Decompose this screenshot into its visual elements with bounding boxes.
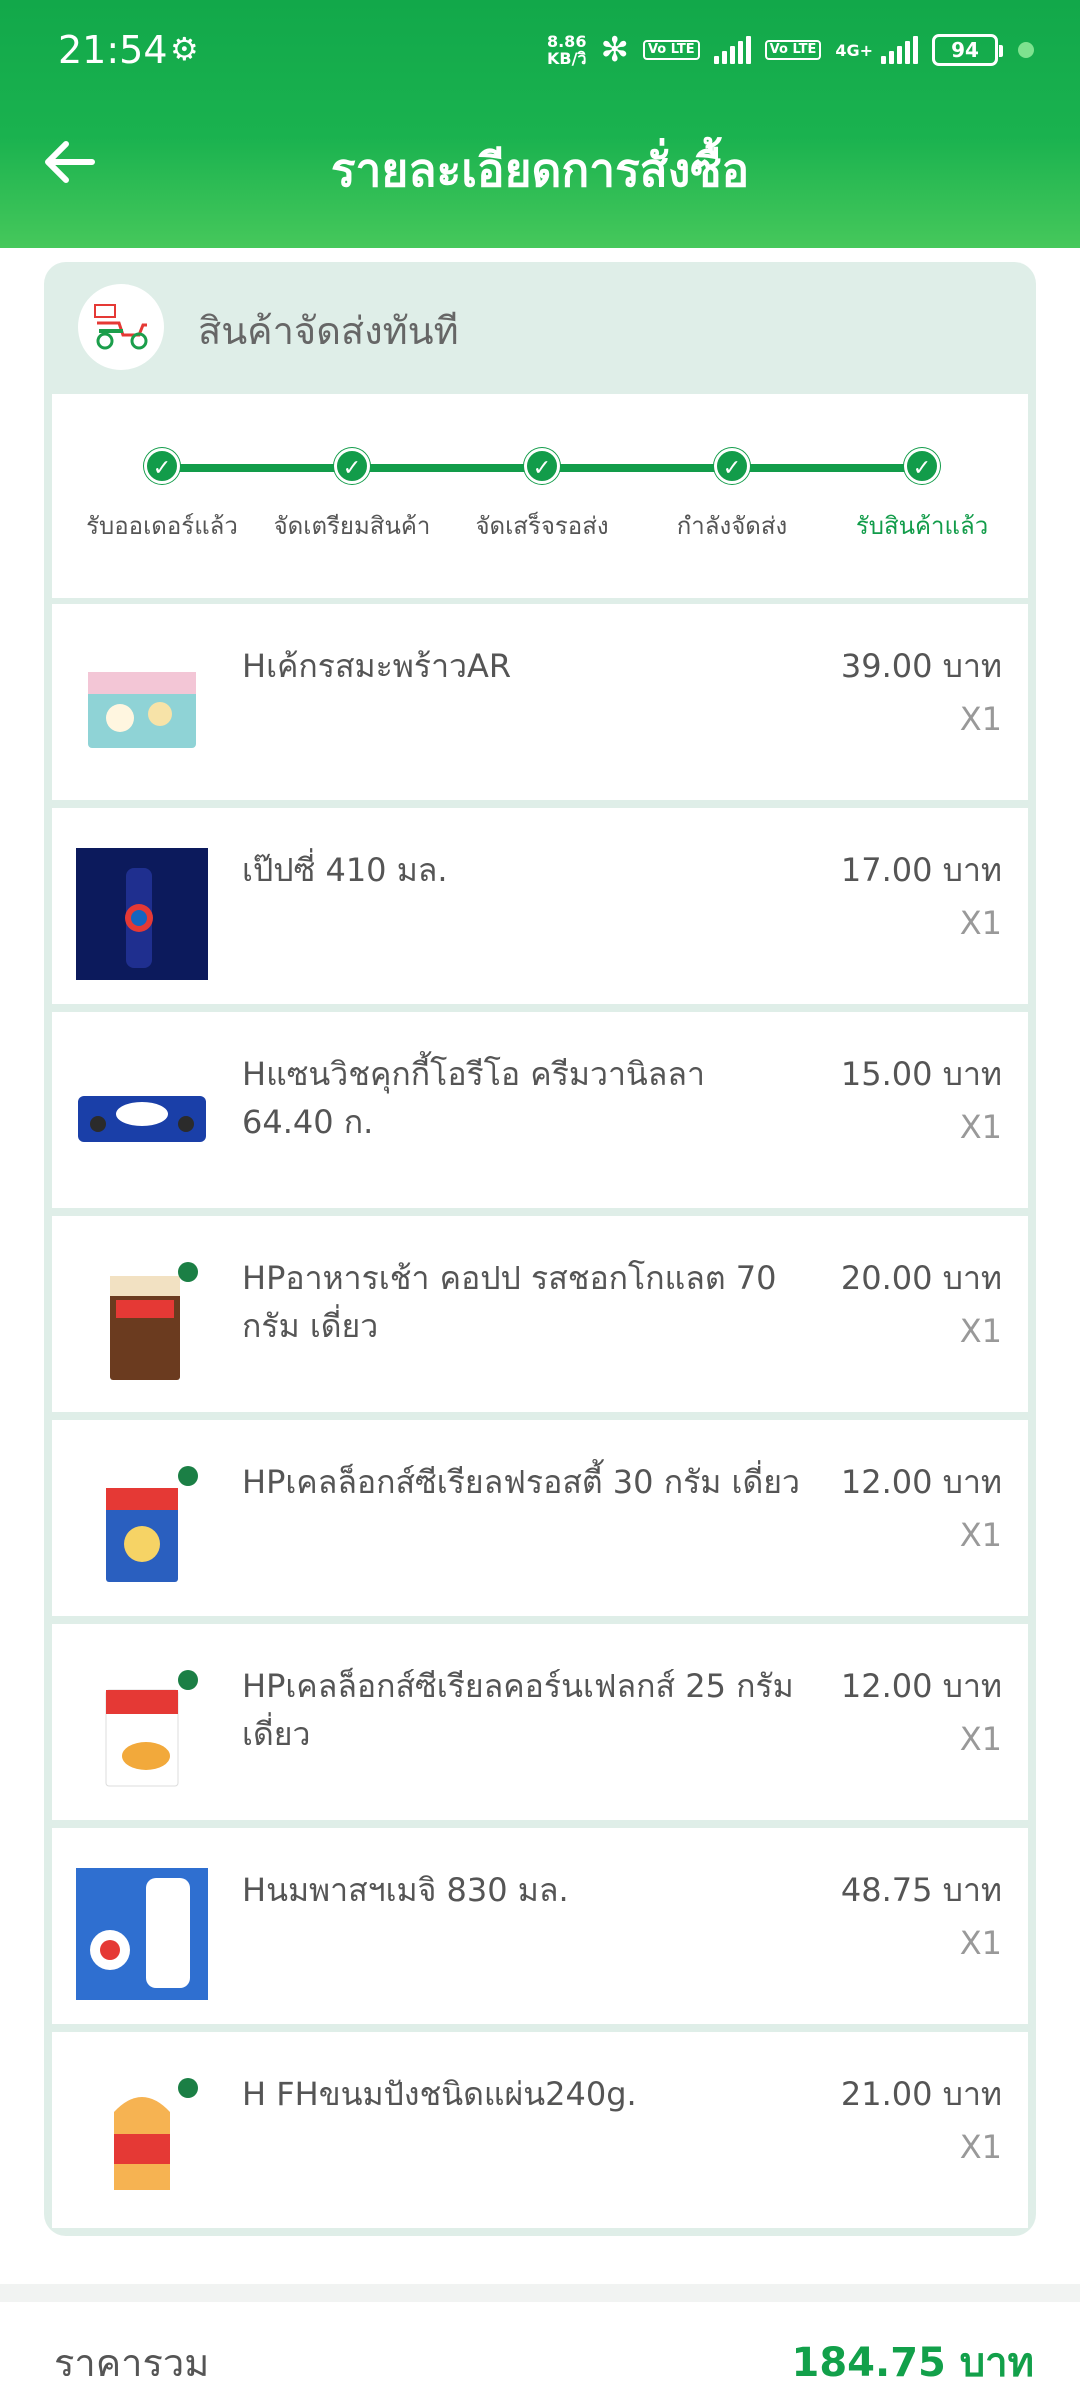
bluetooth-icon: ✻ [600, 30, 629, 70]
check-icon: ✓ [904, 448, 940, 484]
settings-gear-icon: ⚙ [170, 30, 199, 68]
order-item[interactable]: HPเคลล็อกส์ซีเรียลฟรอสตี้ 30 กรัม เดี่ยว… [52, 1420, 1028, 1616]
step-label: จัดเตรียมสินค้า [273, 512, 431, 540]
volte-badge-2: Vo LTE [764, 40, 822, 60]
order-total-bar: ราคารวม 184.75 บาท [0, 2284, 1080, 2400]
product-image [76, 1868, 208, 2000]
item-price: 39.00 บาท [840, 647, 1002, 685]
status-time: 21:54 [58, 28, 168, 72]
order-item[interactable]: Hนมพาสฯเมจิ 830 มล. 48.75 บาท X1 [52, 1828, 1028, 2024]
check-icon: ✓ [334, 448, 370, 484]
network-speed-unit: KB/วิ [547, 49, 587, 68]
page-title: รายละเอียดการสั่งซื้อ [330, 143, 750, 197]
product-image [76, 1052, 208, 1184]
step-preparing: ✓ จัดเตรียมสินค้า [257, 448, 447, 545]
network-speed-value: 8.86 [546, 32, 587, 51]
signal-bars-icon-2 [881, 36, 918, 64]
product-image [76, 644, 208, 776]
shop-header: สินค้าจัดส่งทันที [44, 262, 1036, 392]
item-quantity: X1 [959, 700, 1002, 738]
check-icon: ✓ [524, 448, 560, 484]
battery-level: 94 [951, 38, 979, 62]
order-card: สินค้าจัดส่งทันที ✓ รับออเดอร์แล้ว ✓ จัด… [44, 262, 1036, 2236]
product-image [76, 1460, 208, 1592]
step-label: รับสินค้าแล้ว [855, 512, 989, 540]
delivery-scooter-icon [78, 284, 164, 370]
item-name: H FHขนมปังชนิดแผ่น240g. [242, 2075, 637, 2113]
status-icons: 8.86 KB/วิ ✻ Vo LTE Vo LTE 4G+ 94 [547, 28, 1034, 72]
item-price: 20.00 บาท [840, 1259, 1002, 1297]
network-speed: 8.86 KB/วิ [547, 33, 586, 67]
order-item[interactable]: เป๊ปซี่ 410 มล. 17.00 บาท X1 [52, 808, 1028, 1004]
item-name: HPอาหารเช้า คอปป รสชอกโกแลต 70 กรัม เดี่… [242, 1259, 777, 1345]
item-quantity: X1 [959, 1312, 1002, 1350]
step-label: กำลังจัดส่ง [676, 512, 788, 540]
order-item[interactable]: HPเคลล็อกส์ซีเรียลคอร์นเฟลกส์ 25 กรัม เด… [52, 1624, 1028, 1820]
item-price: 12.00 บาท [840, 1667, 1002, 1705]
check-icon: ✓ [144, 448, 180, 484]
item-quantity: X1 [959, 1720, 1002, 1758]
product-image [76, 2072, 208, 2204]
item-name: HPเคลล็อกส์ซีเรียลคอร์นเฟลกส์ 25 กรัม เด… [242, 1667, 794, 1753]
item-price: 15.00 บาท [840, 1055, 1002, 1093]
product-image [76, 1664, 208, 1796]
order-item[interactable]: H FHขนมปังชนิดแผ่น240g. 21.00 บาท X1 [52, 2032, 1028, 2228]
app-header: 21:54 ⚙ 8.86 KB/วิ ✻ Vo LTE Vo LTE 4G+ 9… [0, 0, 1080, 248]
item-price: 12.00 บาท [840, 1463, 1002, 1501]
item-quantity: X1 [959, 904, 1002, 942]
battery-icon: 94 [932, 34, 1003, 66]
order-item[interactable]: Hเค้กรสมะพร้าวAR 39.00 บาท X1 [52, 604, 1028, 800]
product-image [76, 848, 208, 980]
total-label: ราคารวม [54, 2341, 210, 2385]
step-order-received: ✓ รับออเดอร์แล้ว [67, 448, 257, 545]
network-type: 4G+ [835, 40, 873, 60]
item-name: Hนมพาสฯเมจิ 830 มล. [242, 1871, 569, 1909]
product-image [76, 1256, 208, 1388]
total-value: 184.75 บาท [791, 2340, 1035, 2386]
notification-dot-icon [1018, 42, 1034, 58]
item-quantity: X1 [959, 2128, 1002, 2166]
order-item[interactable]: HPอาหารเช้า คอปป รสชอกโกแลต 70 กรัม เดี่… [52, 1216, 1028, 1412]
step-shipping: ✓ กำลังจัดส่ง [637, 448, 827, 545]
step-ready-to-ship: ✓ จัดเสร็จรอส่ง [447, 448, 637, 545]
step-label: จัดเสร็จรอส่ง [475, 512, 609, 540]
item-price: 48.75 บาท [840, 1871, 1002, 1909]
item-quantity: X1 [959, 1108, 1002, 1146]
order-progress-timeline: ✓ รับออเดอร์แล้ว ✓ จัดเตรียมสินค้า ✓ จัด… [52, 394, 1028, 598]
item-name: Hแซนวิชคุกกี้โอรีโอ ครีมวานิลลา 64.40 ก. [242, 1055, 705, 1141]
order-item[interactable]: Hแซนวิชคุกกี้โอรีโอ ครีมวานิลลา 64.40 ก.… [52, 1012, 1028, 1208]
shop-title: สินค้าจัดส่งทันที [198, 309, 459, 353]
check-icon: ✓ [714, 448, 750, 484]
step-received: ✓ รับสินค้าแล้ว [827, 448, 1017, 545]
volte-badge-1: Vo LTE [642, 40, 700, 60]
step-label: รับออเดอร์แล้ว [86, 512, 238, 540]
item-quantity: X1 [959, 1924, 1002, 1962]
item-price: 17.00 บาท [840, 851, 1002, 889]
item-name: HPเคลล็อกส์ซีเรียลฟรอสตี้ 30 กรัม เดี่ยว [242, 1463, 800, 1501]
item-name: เป๊ปซี่ 410 มล. [242, 851, 448, 889]
item-name: Hเค้กรสมะพร้าวAR [242, 647, 512, 685]
item-price: 21.00 บาท [840, 2075, 1002, 2113]
signal-bars-icon-1 [713, 36, 751, 64]
status-bar: 21:54 ⚙ 8.86 KB/วิ ✻ Vo LTE Vo LTE 4G+ 9… [0, 0, 1080, 100]
item-quantity: X1 [959, 1516, 1002, 1554]
